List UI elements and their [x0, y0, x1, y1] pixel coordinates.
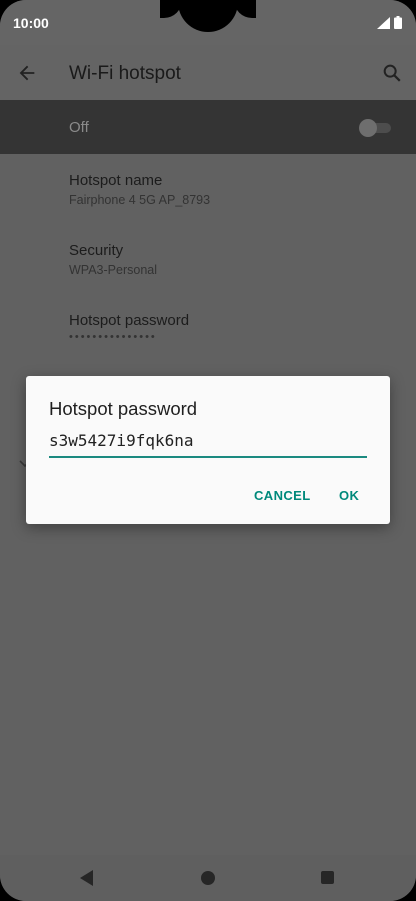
setting-hotspot-password[interactable]: Hotspot password •••••••••••••••: [69, 312, 189, 343]
search-icon[interactable]: [381, 62, 403, 84]
page-title: Wi-Fi hotspot: [69, 63, 181, 84]
nav-recents-icon[interactable]: [321, 871, 334, 884]
nav-home-icon[interactable]: [201, 871, 215, 885]
status-time: 10:00: [13, 15, 49, 31]
camera-notch: [178, 0, 238, 32]
battery-icon: [394, 16, 402, 29]
dialog-title: Hotspot password: [49, 398, 198, 419]
setting-title: Hotspot name: [69, 172, 163, 189]
setting-subtitle: WPA3-Personal: [69, 263, 157, 277]
hotspot-switch[interactable]: [359, 119, 391, 137]
nav-back-icon[interactable]: [80, 870, 94, 886]
hotspot-toggle-row[interactable]: Off: [0, 100, 416, 154]
setting-subtitle: Fairphone 4 5G AP_8793: [69, 193, 211, 207]
ok-button[interactable]: OK: [339, 488, 359, 503]
cancel-button[interactable]: CANCEL: [254, 488, 311, 503]
navigation-bar: [0, 855, 416, 901]
back-arrow-icon[interactable]: [16, 62, 38, 84]
phone-screen: 10:00 Wi-Fi hotspot Off Hotspot name Fai…: [0, 0, 416, 901]
app-bar: Wi-Fi hotspot: [0, 45, 416, 100]
setting-title: Hotspot password: [69, 312, 190, 329]
setting-title: Security: [69, 242, 124, 259]
status-bar: 10:00: [0, 0, 416, 45]
toggle-label: Off: [69, 119, 89, 136]
signal-icon: [377, 17, 390, 29]
setting-hotspot-name[interactable]: Hotspot name Fairphone 4 5G AP_8793: [69, 172, 210, 207]
password-dialog: Hotspot password CANCEL OK: [26, 376, 390, 524]
setting-security[interactable]: Security WPA3-Personal: [69, 242, 157, 277]
password-input[interactable]: [49, 430, 367, 458]
password-dots: •••••••••••••••: [69, 331, 157, 343]
